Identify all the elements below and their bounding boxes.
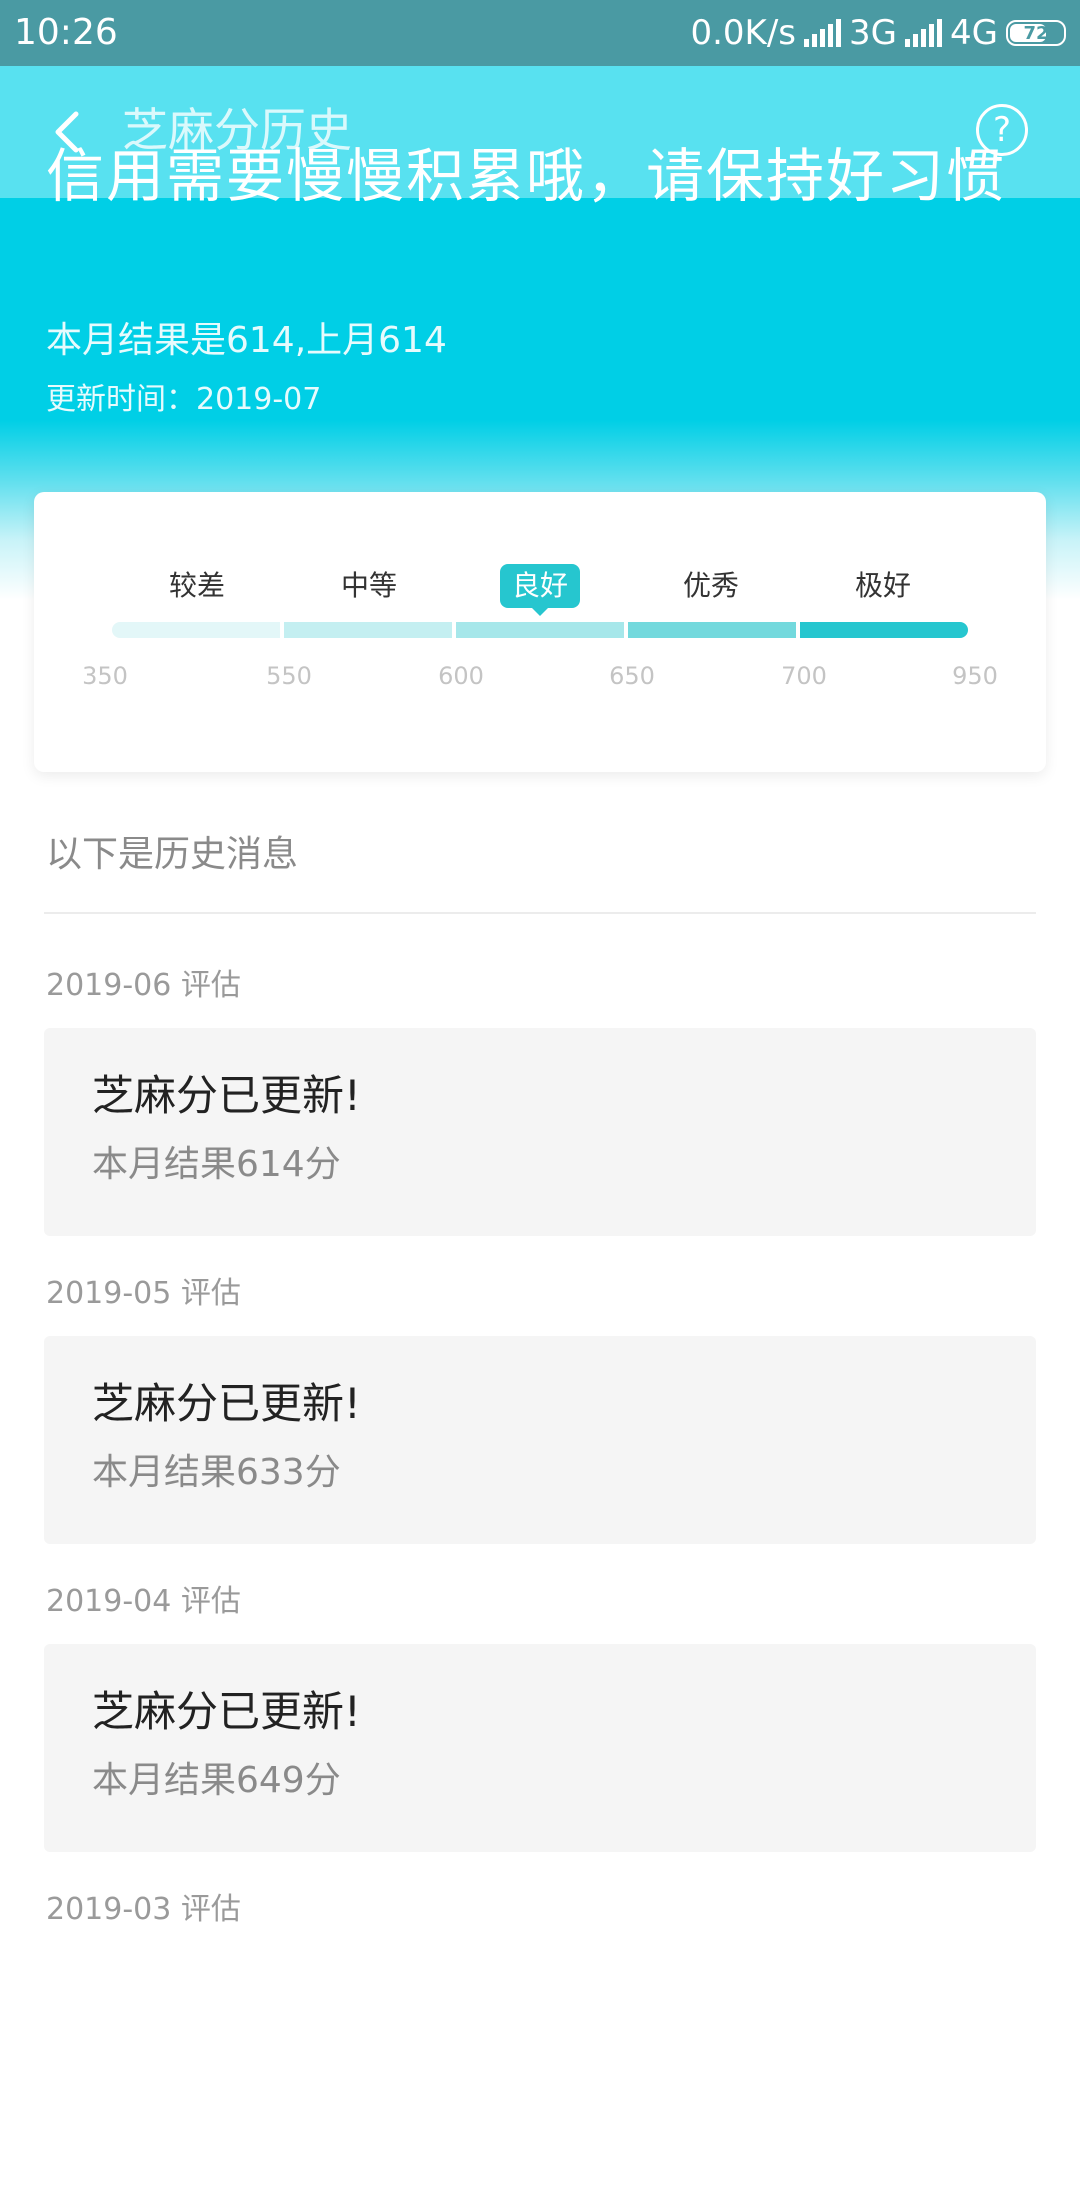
- range-segment: [284, 622, 452, 638]
- level-label-active: 良好: [500, 564, 580, 616]
- history-intro: 以下是历史消息: [46, 834, 299, 875]
- range-tick: 600: [438, 662, 484, 690]
- range-tick: 700: [781, 662, 827, 690]
- battery-icon: 72: [1006, 20, 1066, 46]
- entry-date: 2019-05 评估: [46, 1276, 241, 1311]
- range-tick: 650: [609, 662, 655, 690]
- history-list: 2019-06 评估 芝麻分已更新! 本月结果614分 2019-05 评估 芝…: [0, 962, 1080, 2194]
- range-segment: [628, 622, 796, 638]
- history-card[interactable]: 芝麻分已更新! 本月结果614分: [44, 1028, 1036, 1236]
- level-label: 优秀: [682, 569, 739, 602]
- signal-icon: [905, 19, 943, 47]
- update-time: 更新时间：2019-07: [46, 382, 322, 417]
- network-speed: 0.0K/s: [690, 13, 797, 53]
- entry-desc: 本月结果649分: [92, 1760, 341, 1801]
- signal-icon: [804, 19, 842, 47]
- range-tick: 950: [952, 662, 998, 690]
- entry-desc: 本月结果614分: [92, 1144, 341, 1185]
- score-summary: 本月结果是614,上月614: [46, 320, 447, 361]
- range-tick: 550: [266, 662, 312, 690]
- entry-title: 芝麻分已更新!: [92, 1379, 361, 1428]
- entry-desc: 本月结果633分: [92, 1452, 341, 1493]
- history-entry: 2019-05 评估 芝麻分已更新! 本月结果633分: [0, 1270, 1080, 1578]
- level-label: 中等: [340, 569, 397, 602]
- battery-percent: 72: [1023, 22, 1049, 44]
- history-entry: 2019-04 评估 芝麻分已更新! 本月结果649分: [0, 1578, 1080, 1886]
- entry-date: 2019-03 评估: [46, 1892, 241, 1927]
- history-entry: 2019-06 评估 芝麻分已更新! 本月结果614分: [0, 962, 1080, 1270]
- entry-date: 2019-06 评估: [46, 968, 241, 1003]
- divider: [44, 912, 1036, 914]
- level-label: 极好: [854, 569, 911, 602]
- history-card[interactable]: 芝麻分已更新! 本月结果649分: [44, 1644, 1036, 1852]
- level-label: 较差: [168, 569, 225, 602]
- score-range-card: 较差 中等 良好 优秀 极好 350 550 600 650 700 950: [34, 492, 1046, 772]
- range-tick: 350: [82, 662, 128, 690]
- status-indicators: 0.0K/s 3G 4G 72: [690, 12, 1066, 54]
- network-type-4g: 4G: [950, 13, 998, 53]
- status-time: 10:26: [14, 12, 118, 53]
- score-range-bar: [112, 622, 968, 638]
- entry-title: 芝麻分已更新!: [92, 1687, 361, 1736]
- status-bar: 10:26 0.0K/s 3G 4G 72: [0, 0, 1080, 66]
- range-segment: [800, 622, 968, 638]
- network-type-3g: 3G: [849, 13, 898, 53]
- history-card[interactable]: 芝麻分已更新! 本月结果633分: [44, 1336, 1036, 1544]
- range-segment: [456, 622, 624, 638]
- entry-date: 2019-04 评估: [46, 1584, 241, 1619]
- entry-title: 芝麻分已更新!: [92, 1071, 361, 1120]
- history-entry: 2019-03 评估: [0, 1886, 1080, 2194]
- hero-headline: 信用需要慢慢积累哦，请保持好习惯: [46, 142, 1007, 210]
- range-segment: [112, 622, 280, 638]
